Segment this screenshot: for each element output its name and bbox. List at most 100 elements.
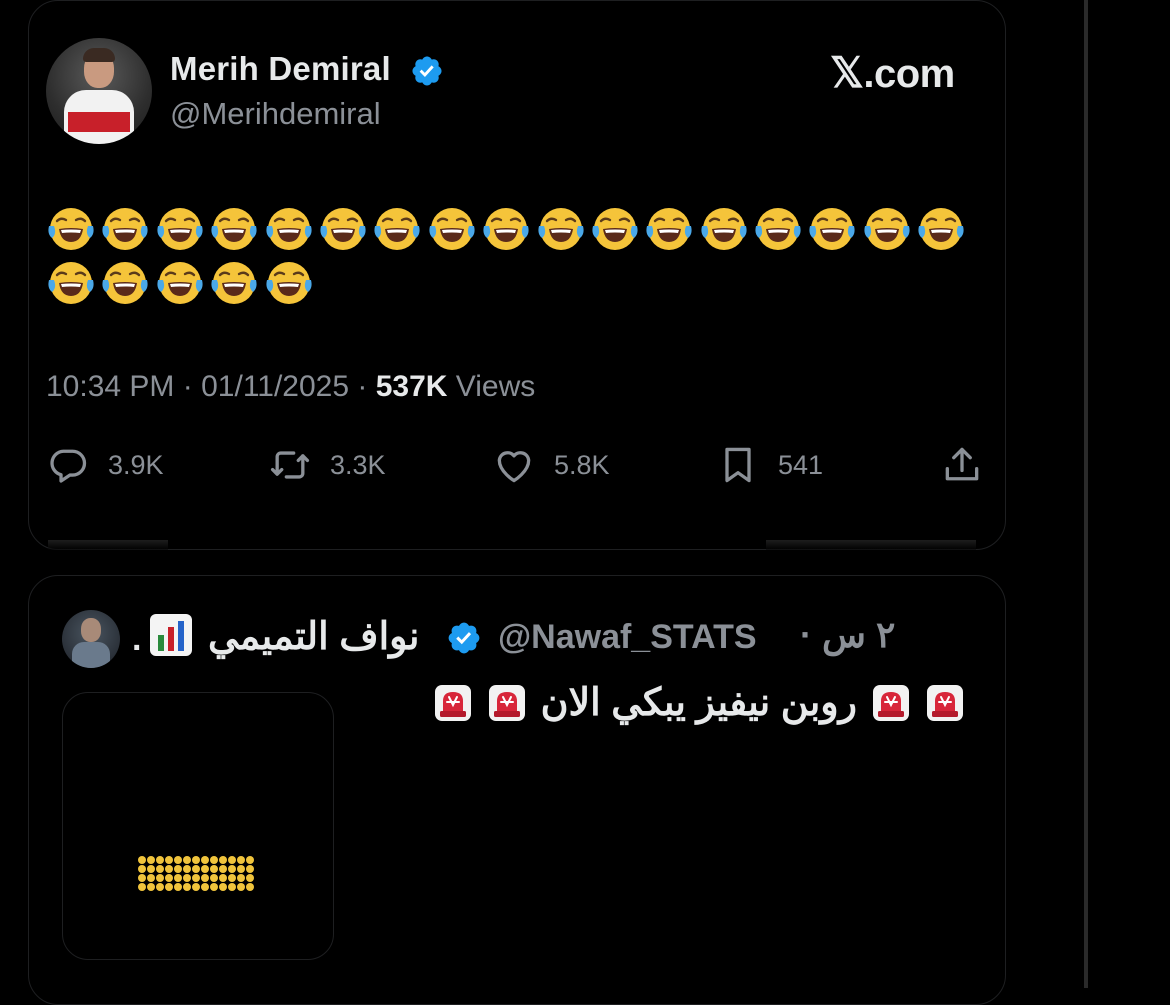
mini-emoji-icon <box>219 856 227 864</box>
tweet-meta: 10:34 PM · 01/11/2025 · 537K Views <box>46 370 535 404</box>
mini-emoji-icon <box>228 865 236 873</box>
mini-emoji-icon <box>183 865 191 873</box>
like-count: 5.8K <box>554 449 610 480</box>
laughing-emoji-icon <box>807 204 857 254</box>
bar-chart-icon <box>150 614 192 656</box>
cutoff-text-fragment <box>48 540 168 550</box>
author-avatar[interactable] <box>46 38 152 144</box>
name-dot: . <box>132 620 142 658</box>
reply-time[interactable]: ٢ س · <box>800 614 895 656</box>
mini-emoji-icon <box>156 874 164 882</box>
mini-emoji-icon <box>156 883 164 891</box>
mini-emoji-icon <box>183 856 191 864</box>
tweet-emoji-row-1 <box>46 204 966 254</box>
share-button[interactable] <box>940 440 984 490</box>
bookmark-count: 541 <box>778 449 824 480</box>
mini-emoji-icon <box>138 865 146 873</box>
laughing-emoji-icon <box>590 204 640 254</box>
bookmark-icon <box>725 447 751 483</box>
mini-emoji-icon <box>147 856 155 864</box>
reply-button[interactable]: 3.9K <box>46 440 164 490</box>
mini-emoji-icon <box>201 883 209 891</box>
laughing-emoji-icon <box>916 204 966 254</box>
mini-emoji-icon <box>192 874 200 882</box>
mini-emoji-icon <box>192 865 200 873</box>
siren-group-right <box>871 683 965 723</box>
mini-emoji-icon <box>147 865 155 873</box>
mini-emoji-icon <box>246 865 254 873</box>
mini-emoji-icon <box>138 883 146 891</box>
mini-emoji-icon <box>246 883 254 891</box>
tweet-date[interactable]: 01/11/2025 <box>201 370 349 403</box>
tweet-time[interactable]: 10:34 PM <box>46 370 174 403</box>
mini-emoji-icon <box>138 856 146 864</box>
mini-emoji-icon <box>237 874 245 882</box>
reply-count: 3.9K <box>108 449 164 480</box>
mini-emoji-icon <box>192 856 200 864</box>
views-label: Views <box>455 370 536 403</box>
siren-emoji-icon <box>433 683 473 723</box>
laughing-emoji-icon <box>155 204 205 254</box>
x-com-watermark: 𝕏.com <box>830 48 955 97</box>
mini-emoji-icon <box>228 856 236 864</box>
repost-button[interactable]: 3.3K <box>268 440 386 490</box>
meta-separator: · <box>182 370 193 403</box>
mini-emoji-icon <box>138 874 146 882</box>
mini-emoji-icon <box>219 883 227 891</box>
mini-emoji-icon <box>219 874 227 882</box>
tweet-emoji-row-2 <box>46 258 314 308</box>
mini-emoji-icon <box>201 856 209 864</box>
mini-emoji-icon <box>192 883 200 891</box>
mini-emoji-icon <box>165 874 173 882</box>
mini-emoji-icon <box>174 856 182 864</box>
mini-emoji-icon <box>210 874 218 882</box>
siren-group-left <box>433 683 527 723</box>
laughing-emoji-icon <box>100 204 150 254</box>
mini-emoji-icon <box>219 865 227 873</box>
reply-author-avatar[interactable] <box>62 610 120 668</box>
mini-emoji-icon <box>147 874 155 882</box>
meta-separator: · <box>357 370 368 403</box>
mini-emoji-icon <box>165 865 173 873</box>
mini-emoji-icon <box>147 883 155 891</box>
cutoff-text-fragment <box>766 540 976 550</box>
x-logo-icon: 𝕏 <box>830 49 864 96</box>
mini-emoji-icon <box>210 883 218 891</box>
mini-emoji-icon <box>174 865 182 873</box>
laughing-emoji-icon <box>699 204 749 254</box>
mini-emoji-icon <box>156 856 164 864</box>
author-name[interactable]: Merih Demiral <box>170 50 391 88</box>
laughing-emoji-icon <box>264 204 314 254</box>
siren-emoji-icon <box>871 683 911 723</box>
laughing-emoji-icon <box>318 204 368 254</box>
views-count: 537K <box>375 370 448 403</box>
mini-emoji-icon <box>183 883 191 891</box>
mini-emoji-icon <box>156 865 164 873</box>
laughing-emoji-icon <box>427 204 477 254</box>
mini-emoji-icon <box>246 856 254 864</box>
siren-emoji-icon <box>925 683 965 723</box>
laughing-emoji-icon <box>209 258 259 308</box>
mini-emoji-icon <box>165 856 173 864</box>
laughing-emoji-icon <box>644 204 694 254</box>
repost-icon <box>270 451 310 479</box>
reply-icon <box>50 449 87 483</box>
right-panel-divider <box>1084 0 1088 988</box>
reply-text-body: روبن نيفيز يبكي الان <box>540 682 857 724</box>
mini-emoji-icon <box>228 874 236 882</box>
mini-emoji-icon <box>201 865 209 873</box>
verified-badge-icon <box>448 622 480 654</box>
siren-emoji-icon <box>487 683 527 723</box>
laughing-emoji-icon <box>46 258 96 308</box>
like-button[interactable]: 5.8K <box>492 440 610 490</box>
share-icon <box>945 447 979 481</box>
media-thumbnail[interactable] <box>62 692 334 960</box>
x-com-label: .com <box>863 52 955 96</box>
bookmark-button[interactable]: 541 <box>716 440 823 490</box>
laughing-emoji-icon <box>155 258 205 308</box>
reply-author-name[interactable]: نواف التميمي <box>208 614 419 659</box>
mini-emoji-icon <box>246 874 254 882</box>
laughing-emoji-icon <box>209 204 259 254</box>
reply-author-handle[interactable]: @Nawaf_STATS <box>498 618 757 657</box>
author-handle[interactable]: @Merihdemiral <box>170 96 381 132</box>
